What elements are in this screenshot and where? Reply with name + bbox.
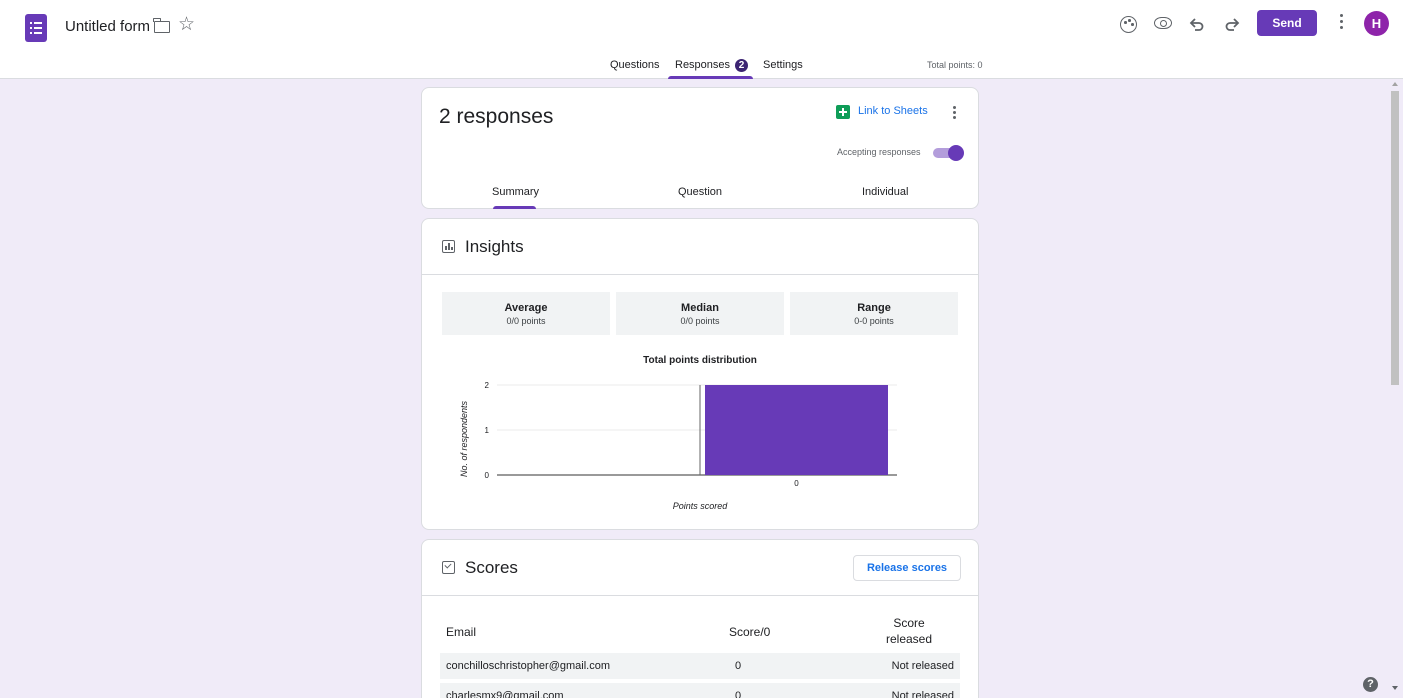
form-title[interactable]: Untitled form	[65, 18, 150, 35]
responses-count-badge: 2	[735, 59, 748, 72]
sheets-icon[interactable]	[836, 105, 850, 119]
chart-y-axis-label: No. of respondents	[459, 400, 469, 477]
y-tick-label: 0	[485, 471, 490, 480]
active-subtab-indicator	[493, 206, 536, 209]
stat-average-label: Average	[504, 302, 548, 314]
stat-range-label: Range	[857, 302, 891, 314]
total-points-label: Total points: 0	[927, 60, 983, 70]
chart-x-axis-label: Points scored	[673, 501, 729, 511]
insights-card: Insights Average 0/0 points Median 0/0 p…	[421, 218, 979, 530]
row-email: charlesmx9@gmail.com	[446, 690, 564, 698]
stat-median: Median 0/0 points	[616, 292, 784, 335]
active-tab-indicator	[668, 76, 753, 79]
tab-questions[interactable]: Questions	[610, 59, 660, 71]
insights-divider	[422, 274, 978, 275]
stat-range-value: 0-0 points	[854, 316, 894, 326]
column-header-email: Email	[446, 625, 477, 639]
column-header-score: Score/0	[729, 625, 771, 639]
table-row[interactable]: charlesmx9@gmail.com 0 Not released	[440, 683, 960, 698]
scores-card: Scores Release scores Email Score/0 Scor…	[421, 539, 979, 698]
scroll-up-arrow[interactable]	[1392, 82, 1398, 86]
responses-more-icon[interactable]	[953, 106, 956, 121]
chart-title: Total points distribution	[643, 355, 757, 366]
tab-individual[interactable]: Individual	[862, 186, 908, 198]
send-button[interactable]: Send	[1257, 10, 1317, 36]
stat-median-value: 0/0 points	[680, 316, 720, 326]
more-options-icon[interactable]	[1340, 14, 1344, 32]
page-scrollbar[interactable]	[1387, 79, 1403, 698]
responses-header-card: 2 responses Link to Sheets Accepting res…	[421, 87, 979, 209]
tab-settings[interactable]: Settings	[763, 59, 803, 71]
scroll-thumb[interactable]	[1391, 91, 1399, 385]
scroll-down-arrow[interactable]	[1392, 686, 1398, 690]
column-header-score-released: Score released	[885, 616, 933, 646]
insights-title: Insights	[465, 237, 524, 256]
stat-median-label: Median	[681, 302, 719, 314]
top-bar: Untitled form ☆ Send H Questions Respons…	[0, 0, 1403, 79]
table-row[interactable]: conchilloschristopher@gmail.com 0 Not re…	[440, 653, 960, 679]
palette-icon[interactable]	[1120, 16, 1137, 33]
release-scores-button[interactable]: Release scores	[853, 555, 961, 581]
responses-count-heading: 2 responses	[439, 105, 554, 128]
accepting-responses-toggle[interactable]	[933, 145, 964, 161]
scores-title: Scores	[465, 558, 518, 577]
tab-responses[interactable]: Responses	[675, 59, 730, 71]
toggle-knob	[948, 145, 964, 161]
star-icon[interactable]: ☆	[178, 15, 195, 34]
y-tick-label: 2	[485, 381, 490, 390]
row-score: 0	[735, 690, 742, 698]
row-score: 0	[735, 660, 742, 672]
forms-logo-icon[interactable]	[25, 14, 47, 42]
folder-icon[interactable]	[153, 18, 170, 33]
accepting-responses-label: Accepting responses	[837, 147, 921, 157]
y-tick-label: 1	[485, 426, 490, 435]
redo-icon[interactable]	[1222, 14, 1242, 34]
row-released: Not released	[891, 660, 954, 672]
tab-question[interactable]: Question	[678, 186, 722, 198]
stat-range: Range 0-0 points	[790, 292, 958, 335]
help-icon[interactable]: ?	[1363, 677, 1378, 692]
undo-icon[interactable]	[1187, 14, 1207, 34]
avatar[interactable]: H	[1364, 11, 1389, 36]
insights-chart-icon	[442, 240, 455, 253]
row-email: conchilloschristopher@gmail.com	[446, 660, 611, 672]
stat-average-value: 0/0 points	[506, 316, 546, 326]
points-distribution-chart: Total points distribution No. of respond…	[459, 355, 897, 511]
bar	[705, 385, 888, 475]
checkbox-icon	[442, 561, 455, 574]
link-to-sheets-button[interactable]: Link to Sheets	[858, 105, 928, 117]
stat-average: Average 0/0 points	[442, 292, 610, 335]
row-released: Not released	[891, 690, 954, 698]
tab-summary[interactable]: Summary	[492, 186, 539, 198]
scores-divider	[422, 595, 978, 596]
x-tick-label: 0	[794, 479, 799, 488]
preview-eye-icon[interactable]	[1154, 17, 1172, 29]
